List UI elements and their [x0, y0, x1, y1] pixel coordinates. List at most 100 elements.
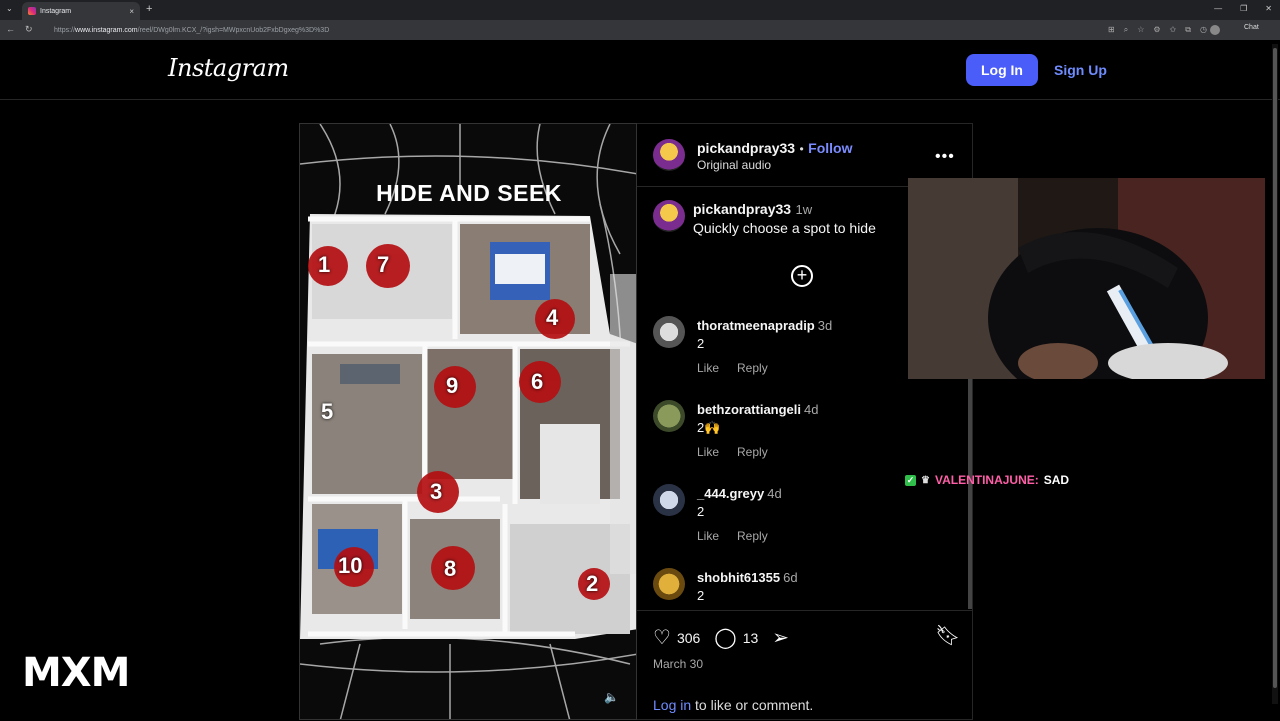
minimize-icon[interactable]: —	[1214, 4, 1222, 13]
comment-username[interactable]: bethzorattiangeli	[697, 402, 801, 417]
favorites-icon[interactable]: ✩	[1170, 25, 1177, 35]
nav-buttons: ← ↻	[6, 24, 33, 35]
signup-link[interactable]: Sign Up	[1054, 62, 1107, 78]
spot-number: 4	[546, 305, 559, 330]
history-icon[interactable]: ◷	[1200, 25, 1207, 35]
tab-title: Instagram	[40, 7, 72, 15]
spot-number: 3	[430, 479, 443, 504]
reel-video[interactable]: HIDE AND SEEK 1 7 4 9 6 5 3 10 8 2 🔈	[299, 123, 637, 720]
comment-count: 13	[742, 629, 759, 646]
like-count: 306	[676, 629, 701, 646]
caption-text: Quickly choose a spot to hide	[693, 220, 876, 236]
floorplan-image	[300, 124, 636, 719]
reel-title: HIDE AND SEEK	[376, 180, 562, 206]
collections-icon[interactable]: ⧉	[1185, 25, 1191, 35]
avatar[interactable]	[653, 400, 685, 432]
browser-tabbar: ⌄ Instagram × + — ❐ ✕	[0, 0, 1280, 20]
star-icon[interactable]: ☆	[1137, 25, 1144, 35]
audio-icon[interactable]: 🔈	[604, 690, 619, 704]
reload-icon[interactable]: ↻	[25, 24, 33, 35]
share-icon[interactable]: ➢	[772, 625, 789, 650]
url-scheme: https://	[54, 26, 76, 34]
comment-username[interactable]: shobhit61355	[697, 570, 780, 585]
comment-text: 2	[697, 588, 705, 603]
heart-icon[interactable]: ♡	[653, 625, 671, 650]
load-more-comments-icon[interactable]: +	[791, 265, 813, 287]
reply-button[interactable]: Reply	[737, 529, 768, 543]
reply-button[interactable]: Reply	[737, 361, 768, 375]
webcam-overlay	[908, 178, 1265, 379]
caption-avatar[interactable]	[653, 200, 685, 232]
instagram-favicon-icon	[28, 7, 36, 15]
zoom-icon[interactable]: ⌕	[1124, 25, 1128, 35]
avatar[interactable]	[653, 484, 685, 516]
comment-time: 4d	[767, 486, 782, 501]
post-date: March 30	[653, 657, 704, 671]
login-suffix: to like or comment.	[691, 697, 814, 713]
toolbar-icons: ⊞ ⌕ ☆ ⚙ ✩ ⧉ ◷	[1108, 25, 1207, 35]
avatar[interactable]	[653, 568, 685, 600]
bookmark-icon[interactable]: 🔖︎	[935, 623, 960, 648]
follow-button[interactable]: Follow	[808, 140, 852, 156]
back-icon[interactable]: ←	[6, 24, 15, 35]
chat-username: VALENTINAJUNE:	[934, 473, 1039, 487]
list-item: _444.greyy 4d 2 Like Reply	[653, 484, 953, 568]
verified-badge-icon: ✓	[905, 474, 916, 486]
url-path: /reel/DWg0lm.KCX_/?igsh=MWpxcnUob2FxbDgx…	[137, 26, 330, 34]
dot-separator: •	[799, 142, 804, 156]
window-controls: — ❐ ✕	[1214, 4, 1272, 13]
comment-time: 3d	[817, 318, 833, 333]
spot-number: 9	[446, 373, 459, 398]
reply-button[interactable]: Reply	[737, 445, 768, 459]
page-scroll-thumb[interactable]	[1273, 48, 1277, 688]
login-link[interactable]: Log in	[653, 697, 691, 713]
chat-text: SAD	[1043, 473, 1070, 487]
spot-number: 10	[338, 553, 363, 578]
new-tab-button[interactable]: +	[146, 3, 152, 15]
avatar[interactable]	[653, 316, 685, 348]
extensions-icon[interactable]: ⚙	[1153, 25, 1160, 35]
spot-number: 6	[531, 369, 544, 394]
spot-number: 5	[321, 399, 334, 424]
install-icon[interactable]: ⊞	[1108, 25, 1115, 35]
tab-search-icon[interactable]: ⌄	[6, 4, 13, 13]
browser-toolbar: ← ↻ https://www.instagram.com/reel/DWg0l…	[0, 20, 1280, 40]
like-comment-button[interactable]: Like	[697, 361, 719, 375]
list-item: shobhit61355 6d 2	[653, 568, 953, 608]
tab-close-icon[interactable]: ×	[129, 7, 134, 16]
avatar[interactable]	[653, 139, 685, 171]
post-actions: ♡ 306 ◯ 13 ➢ 🔖︎ March 30 Log in to like …	[637, 610, 973, 721]
close-window-icon[interactable]: ✕	[1265, 4, 1272, 13]
maximize-icon[interactable]: ❐	[1240, 4, 1247, 13]
webcam-image	[908, 178, 1265, 379]
copilot-chat-button[interactable]: Chat	[1244, 24, 1259, 31]
like-comment-button[interactable]: Like	[697, 445, 719, 459]
browser-tab[interactable]: Instagram ×	[22, 2, 140, 20]
instagram-header: Instagram Log In Sign Up	[0, 40, 1280, 100]
profile-avatar[interactable]	[1210, 25, 1220, 35]
original-audio-link[interactable]: Original audio	[697, 158, 771, 172]
post-username[interactable]: pickandpray33	[697, 140, 795, 156]
comment-time: 6d	[783, 570, 798, 585]
stream-chat-message: ✓ ♛ VALENTINAJUNE: SAD	[905, 473, 1069, 487]
login-button[interactable]: Log In	[966, 54, 1038, 86]
comment-text: 2	[697, 504, 705, 519]
comment-icon[interactable]: ◯	[714, 625, 736, 650]
comment-text: 2🙌	[697, 420, 721, 435]
comment-text: 2	[697, 336, 705, 351]
like-comment-button[interactable]: Like	[697, 529, 719, 543]
more-options-icon[interactable]: •••	[935, 148, 955, 166]
caption-time: 1w	[795, 202, 813, 217]
instagram-logo[interactable]: Instagram	[168, 54, 289, 82]
address-bar[interactable]: https://www.instagram.com/reel/DWg0lm.KC…	[48, 23, 1098, 37]
comment-time: 4d	[804, 402, 819, 417]
sub-badge-icon: ♛	[921, 474, 930, 486]
list-item: bethzorattiangeli 4d 2🙌 Like Reply	[653, 400, 953, 484]
streamer-watermark: MXM	[22, 650, 130, 696]
login-prompt: Log in to like or comment.	[653, 697, 813, 713]
spot-number: 7	[377, 252, 390, 277]
caption-username[interactable]: pickandpray33	[693, 201, 791, 217]
comment-username[interactable]: _444.greyy	[697, 486, 764, 501]
comment-username[interactable]: thoratmeenapradip	[697, 318, 815, 333]
spot-number: 8	[444, 556, 457, 581]
